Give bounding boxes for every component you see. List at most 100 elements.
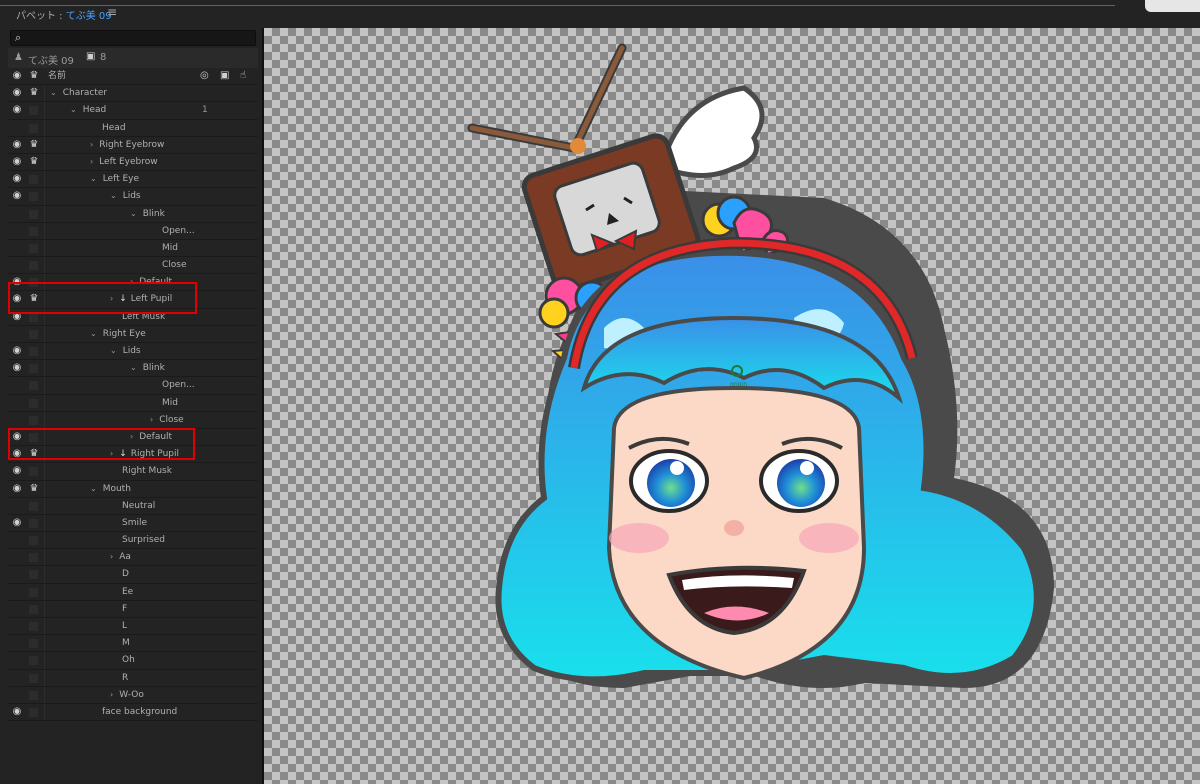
independence-toggle[interactable] [29, 673, 38, 683]
independence-toggle[interactable] [29, 467, 38, 477]
layer-row[interactable]: ◉ › Close [8, 411, 258, 429]
independence-toggle[interactable] [29, 656, 38, 666]
independence-toggle[interactable] [29, 106, 38, 116]
layer-label[interactable]: ⌄ Left Eye [90, 171, 139, 187]
layer-row[interactable]: ◉ Close [8, 257, 258, 275]
layer-row[interactable]: ◉ Right Musk [8, 463, 258, 481]
eye-icon[interactable]: ◉ [10, 704, 24, 720]
layer-row[interactable]: ◉D [8, 566, 258, 584]
layer-row[interactable]: ◉M [8, 635, 258, 653]
chevron-right-icon[interactable]: › [110, 552, 113, 561]
eye-icon[interactable]: ◉ [10, 68, 24, 84]
independence-toggle[interactable] [29, 501, 38, 511]
layer-row[interactable]: ◉ ⌄ Blink [8, 360, 258, 378]
eye-icon[interactable]: ◉ [10, 412, 24, 428]
chevron-down-icon[interactable]: ⌄ [130, 209, 137, 218]
layer-row[interactable]: ◉ ♛ › Right Eyebrow [8, 136, 258, 154]
eye-icon[interactable]: ◉ [10, 120, 24, 136]
layer-label[interactable]: Mid [150, 240, 178, 256]
independence-toggle[interactable] [29, 192, 38, 202]
search-field[interactable]: ⌕ [10, 30, 256, 46]
layer-label[interactable]: ⌄ Character [50, 85, 107, 101]
eye-icon[interactable]: ◉ [10, 137, 24, 153]
layer-row[interactable]: ◉R [8, 669, 258, 687]
layer-label[interactable]: Right Musk [110, 463, 172, 479]
chevron-down-icon[interactable]: ⌄ [50, 88, 57, 97]
chevron-down-icon[interactable]: ⌄ [90, 484, 97, 493]
eye-icon[interactable]: ◉ [10, 102, 24, 118]
eye-icon[interactable]: ◉ [10, 343, 24, 359]
eye-icon[interactable]: ◉ [10, 618, 24, 634]
layer-label[interactable]: face background [90, 704, 177, 720]
layer-label[interactable]: Smile [110, 515, 147, 531]
puppet-row[interactable]: ♟ てぶ美 09 ▣ 8 [8, 48, 258, 68]
layer-label[interactable]: L [110, 618, 127, 634]
layer-row[interactable]: ◉ ♛ ⌄ Character [8, 85, 258, 103]
independence-toggle[interactable] [29, 364, 38, 374]
layer-row[interactable]: ◉ Surprised [8, 532, 258, 550]
layer-label[interactable]: Head [90, 120, 126, 136]
layer-label[interactable]: D [110, 566, 129, 582]
hand-icon[interactable]: ☝ [240, 68, 246, 84]
independence-toggle[interactable] [29, 381, 38, 391]
eye-icon[interactable]: ◉ [10, 687, 24, 703]
layer-row[interactable]: ◉ › W-Oo [8, 686, 258, 704]
layer-label[interactable]: › Aa [110, 549, 131, 565]
eye-icon[interactable]: ◉ [10, 498, 24, 514]
layer-label[interactable]: ⌄ Mouth [90, 481, 131, 497]
panel-menu-icon[interactable]: ≡ [107, 5, 117, 19]
layer-row[interactable]: ◉ Mid [8, 394, 258, 412]
layer-row[interactable]: ◉ face background [8, 703, 258, 722]
eye-icon[interactable]: ◉ [10, 206, 24, 222]
layer-row[interactable]: ◉ ⌄ Head 1 [8, 102, 258, 120]
layer-label[interactable]: › W-Oo [110, 687, 144, 703]
independence-toggle[interactable] [29, 553, 38, 563]
eye-icon[interactable]: ◉ [10, 188, 24, 204]
eye-icon[interactable]: ◉ [10, 601, 24, 617]
chevron-right-icon[interactable]: › [150, 415, 153, 424]
eye-icon[interactable]: ◉ [10, 395, 24, 411]
layer-label[interactable]: ⌄ Lids [110, 343, 141, 359]
layer-row[interactable]: ◉ ♛ ⌄ Mouth [8, 480, 258, 498]
independence-toggle[interactable] [29, 347, 38, 356]
layer-row[interactable]: ◉ Mid [8, 239, 258, 258]
independence-toggle[interactable] [29, 622, 38, 631]
eye-icon[interactable]: ◉ [10, 154, 24, 170]
eye-icon[interactable]: ◉ [10, 257, 24, 273]
eye-icon[interactable]: ◉ [10, 463, 24, 479]
independence-toggle[interactable] [29, 329, 38, 339]
eye-icon[interactable]: ◉ [10, 635, 24, 651]
independence-toggle[interactable] [29, 707, 38, 717]
layer-row[interactable]: ◉ ⌄ Left Eye [8, 171, 258, 189]
crown-icon[interactable]: ♛ [27, 137, 41, 153]
eye-icon[interactable]: ◉ [10, 515, 24, 531]
layer-row[interactable]: ◉ ⌄ Lids [8, 188, 258, 206]
layer-row[interactable]: ◉ Head [8, 119, 258, 137]
panel-title-puppet[interactable]: てぶ美 09 [66, 11, 112, 22]
record-icon[interactable]: ◎ [200, 68, 209, 84]
independence-toggle[interactable] [29, 570, 38, 580]
eye-icon[interactable]: ◉ [10, 223, 24, 239]
chevron-right-icon[interactable]: › [110, 690, 113, 699]
eye-icon[interactable]: ◉ [10, 532, 24, 548]
layer-row[interactable]: ◉ Neutral [8, 497, 258, 515]
layer-label[interactable]: Open... [150, 223, 195, 239]
layer-row[interactable]: ◉ › Aa [8, 549, 258, 567]
layer-label[interactable]: › Close [150, 412, 184, 428]
layer-row[interactable]: ◉L [8, 618, 258, 636]
layer-row[interactable]: ◉ ⌄ Blink [8, 205, 258, 223]
chevron-right-icon[interactable]: › [90, 157, 93, 166]
crown-icon[interactable]: ♛ [27, 154, 41, 170]
layer-row[interactable]: ◉ Open... [8, 377, 258, 395]
layer-label[interactable]: ⌄ Blink [130, 360, 165, 376]
chevron-down-icon[interactable]: ⌄ [110, 191, 117, 200]
independence-toggle[interactable] [29, 123, 38, 133]
eye-icon[interactable]: ◉ [10, 326, 24, 342]
scene-canvas[interactable]: origin [264, 28, 1200, 784]
layer-label[interactable]: Close [150, 257, 187, 273]
layer-label[interactable]: ⌄ Lids [110, 188, 141, 204]
layer-label[interactable]: Neutral [110, 498, 155, 514]
camera-column-icon[interactable]: ▣ [220, 68, 229, 84]
layer-label[interactable]: › Left Eyebrow [90, 154, 158, 170]
independence-toggle[interactable] [29, 243, 38, 253]
